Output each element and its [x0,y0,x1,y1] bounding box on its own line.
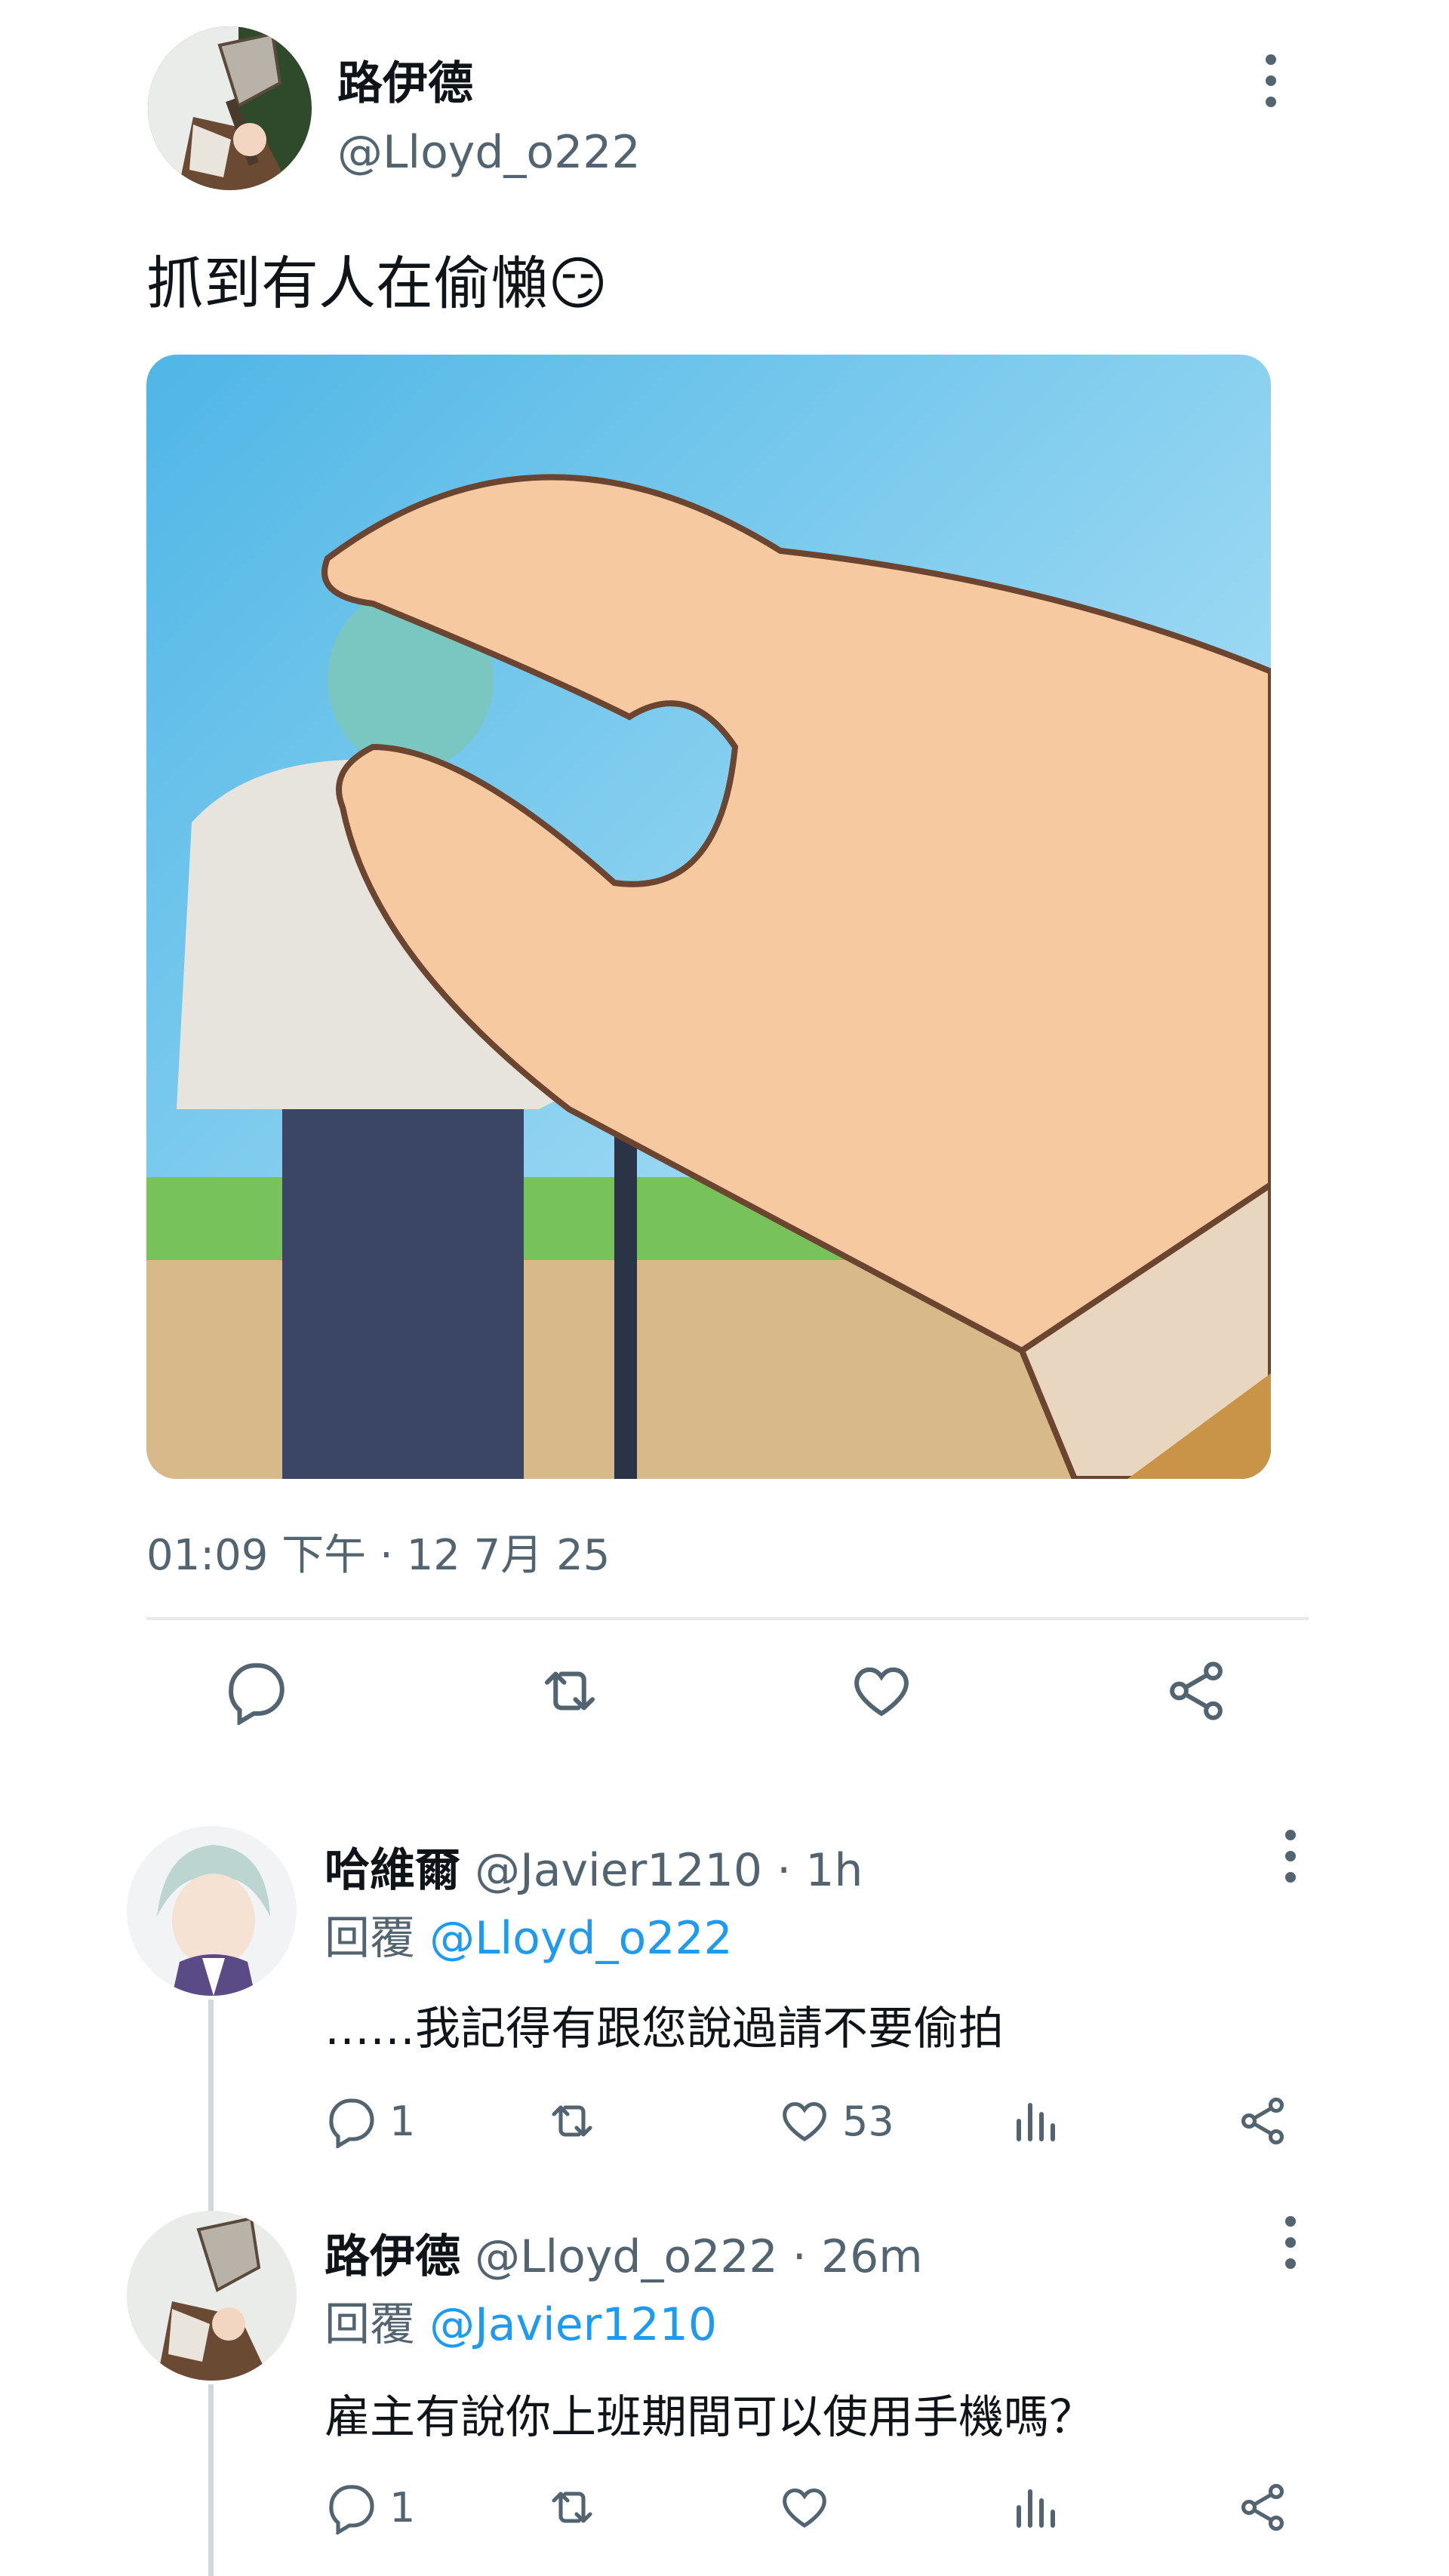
reply-text: 雇主有說你上班期間可以使用手機嗎？ [325,2391,1094,2444]
reply-share-button[interactable] [1235,2480,1290,2535]
retweet-icon [552,2491,592,2523]
reply-analytics-button[interactable] [1008,2094,1062,2148]
tweet-timestamp: 01:09 下午 · 12 7月 25 [146,1531,611,1580]
author-handle[interactable]: @Lloyd_o222 [337,126,641,179]
reply-author-name[interactable]: 路伊德 [325,2230,460,2283]
thread-line [208,2000,214,2226]
reply-count: 1 [389,2097,416,2145]
reply-reply-button[interactable]: 1 [325,2094,415,2148]
reply-avatar[interactable] [127,2211,297,2381]
reply-avatar[interactable] [127,1826,297,1996]
reply-header: 路伊德 @Lloyd_o222 · 26m [325,2220,923,2286]
share-icon[interactable] [1162,1657,1230,1725]
reply-text: ……我記得有跟您說過請不要偷拍 [325,2003,1004,2055]
like-icon [783,2101,826,2141]
reply-like-button[interactable]: 53 [777,2094,894,2148]
thread-line [208,2384,214,2576]
more-options-icon[interactable] [1256,54,1286,107]
reply-author-handle[interactable]: @Javier1210 [475,1844,762,1897]
reply-more-options-icon[interactable] [1275,1830,1306,1883]
replying-to: 回覆 @Lloyd_o222 [325,1901,733,1967]
reply-analytics-button[interactable] [1008,2480,1062,2535]
reply-header: 哈維爾 @Javier1210 · 1h [325,1834,863,1899]
reply-retweet-button[interactable] [545,2094,610,2148]
reply-more-options-icon[interactable] [1275,2216,1306,2269]
reply-icon[interactable] [223,1657,291,1726]
tweet-media-image[interactable] [146,355,1271,1479]
like-count: 53 [842,2097,894,2145]
reply-author-name[interactable]: 哈維爾 [325,1844,460,1897]
analytics-icon [1017,2103,1055,2141]
like-icon[interactable] [848,1657,915,1725]
divider [146,1617,1309,1620]
reply-share-button[interactable] [1235,2094,1290,2148]
reply-time: · 1h [777,1844,863,1897]
replying-to-label: 回覆 [325,2298,415,2351]
author-name[interactable]: 路伊德 [337,47,473,112]
replying-to-handle[interactable]: @Lloyd_o222 [429,1912,733,1965]
author-avatar[interactable] [148,26,312,190]
reply-reply-button[interactable]: 1 [325,2480,415,2535]
retweet-icon [552,2105,592,2137]
replying-to-handle[interactable]: @Javier1210 [429,2298,717,2351]
reply-icon [329,2098,374,2148]
reply-count: 1 [389,2483,416,2531]
share-icon [1241,2483,1284,2531]
tweet-text: 抓到有人在偷懶😏 [146,250,608,317]
reply-retweet-button[interactable] [545,2480,610,2535]
reply-like-button[interactable] [777,2480,842,2535]
replying-to-label: 回覆 [325,1912,415,1965]
reply-icon [329,2485,374,2535]
share-icon [1241,2097,1284,2145]
replying-to: 回覆 @Javier1210 [325,2288,717,2353]
like-icon [783,2488,826,2528]
reply-time: · 26m [792,2230,923,2283]
retweet-icon[interactable] [536,1657,604,1725]
reply-author-handle[interactable]: @Lloyd_o222 [475,2230,778,2283]
analytics-icon [1017,2489,1055,2528]
